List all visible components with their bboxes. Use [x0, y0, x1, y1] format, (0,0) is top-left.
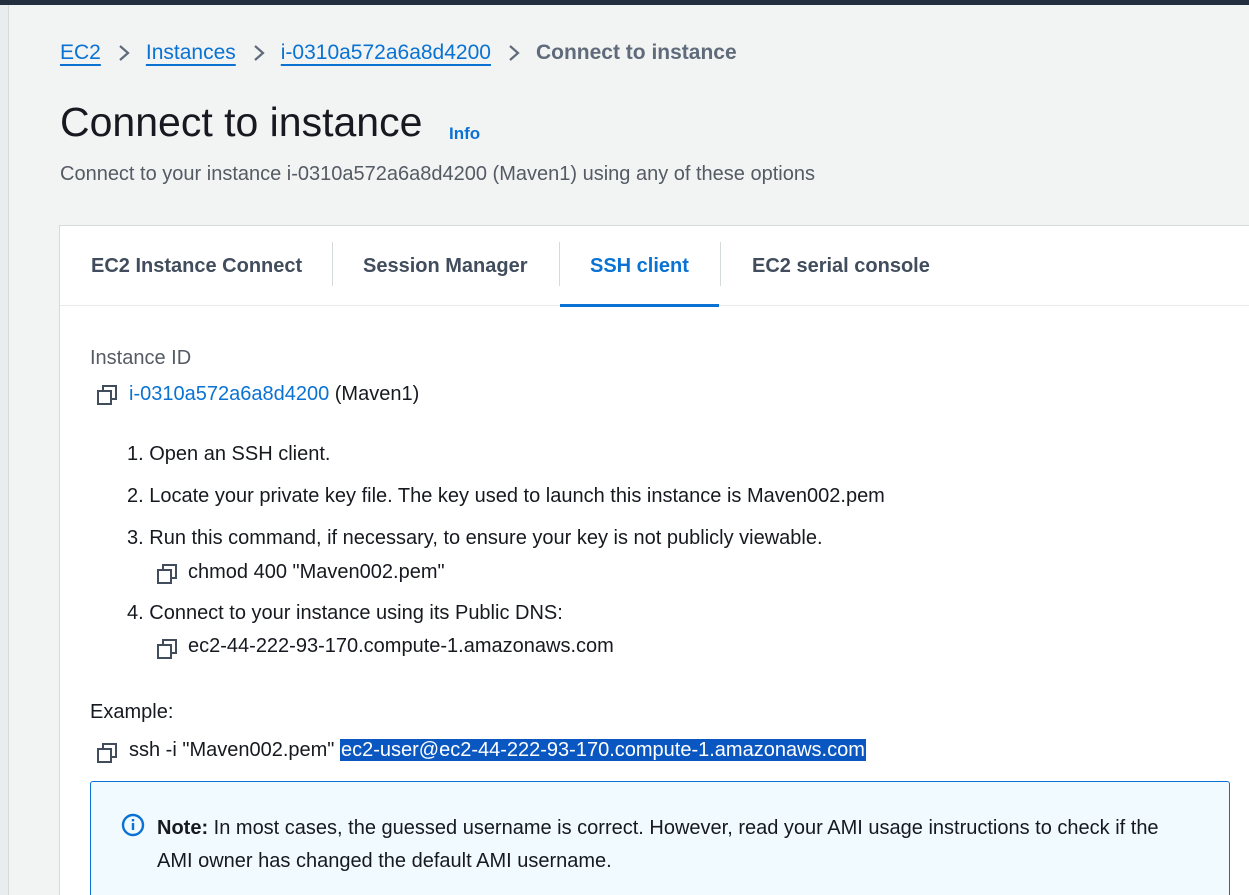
tab-session-manager[interactable]: Session Manager — [363, 226, 528, 306]
note-alert: Note: In most cases, the guessed usernam… — [90, 781, 1230, 895]
info-link[interactable]: Info — [449, 124, 480, 144]
chevron-right-icon — [117, 43, 131, 63]
step-1: 1. Open an SSH client. — [127, 443, 330, 466]
public-dns-value: ec2-44-222-93-170.compute-1.amazonaws.co… — [188, 635, 614, 657]
example-label: Example: — [90, 701, 174, 723]
instance-id-value: i-0310a572a6a8d4200 (Maven1) — [129, 383, 419, 406]
step-number: 1. — [127, 443, 144, 465]
step-2: 2. Locate your private key file. The key… — [127, 485, 885, 508]
page-subtitle: Connect to your instance i-0310a572a6a8d… — [60, 163, 815, 185]
note-body: In most cases, the guessed username is c… — [157, 817, 1159, 872]
connect-panel: EC2 Instance Connect Session Manager SSH… — [59, 225, 1249, 895]
breadcrumb: EC2 Instances i-0310a572a6a8d4200 Connec… — [60, 38, 737, 68]
top-bar — [0, 0, 1249, 5]
info-circle-icon — [121, 813, 145, 837]
breadcrumb-current: Connect to instance — [535, 41, 737, 64]
note-text: Note: In most cases, the guessed usernam… — [157, 812, 1177, 878]
instance-id-label: Instance ID — [90, 347, 192, 369]
note-bold: Note: — [157, 817, 209, 839]
chmod-command: chmod 400 "Maven002.pem" — [188, 561, 445, 583]
copy-icon[interactable] — [96, 384, 118, 406]
breadcrumb-instance-id[interactable]: i-0310a572a6a8d4200 — [281, 41, 491, 65]
copy-icon[interactable] — [96, 742, 118, 764]
instance-name: (Maven1) — [334, 383, 420, 405]
step-number: 3. — [127, 527, 144, 549]
tab-list: EC2 Instance Connect Session Manager SSH… — [60, 226, 1249, 307]
step-text: Connect to your instance using its Publi… — [149, 602, 563, 624]
step-4: 4. Connect to your instance using its Pu… — [127, 602, 563, 625]
step-text: Open an SSH client. — [149, 443, 331, 465]
side-nav-edge — [0, 5, 9, 895]
tab-ssh-client[interactable]: SSH client — [560, 226, 719, 307]
example-command-prefix: ssh -i "Maven002.pem" — [129, 739, 335, 761]
step-text: Locate your private key file. The key us… — [149, 485, 885, 507]
instance-id-link[interactable]: i-0310a572a6a8d4200 — [129, 383, 329, 405]
tab-ec2-instance-connect[interactable]: EC2 Instance Connect — [91, 226, 302, 306]
tab-divider — [332, 242, 333, 286]
step-number: 2. — [127, 485, 144, 507]
step-number: 4. — [127, 602, 144, 624]
breadcrumb-ec2[interactable]: EC2 — [60, 41, 101, 65]
copy-icon[interactable] — [156, 563, 178, 585]
copy-icon[interactable] — [156, 638, 178, 660]
step-3: 3. Run this command, if necessary, to en… — [127, 527, 823, 550]
tab-divider — [720, 242, 721, 286]
breadcrumb-instances[interactable]: Instances — [146, 41, 236, 65]
chevron-right-icon — [507, 43, 521, 63]
step-text: Run this command, if necessary, to ensur… — [149, 527, 823, 549]
example-command-selected[interactable]: ec2-user@ec2-44-222-93-170.compute-1.ama… — [339, 739, 866, 761]
tab-divider — [559, 242, 560, 286]
page-title: Connect to instance — [60, 99, 423, 145]
tab-ec2-serial-console[interactable]: EC2 serial console — [752, 226, 930, 306]
example-command[interactable]: ssh -i "Maven002.pem" ec2-user@ec2-44-22… — [129, 739, 866, 762]
chevron-right-icon — [252, 43, 266, 63]
